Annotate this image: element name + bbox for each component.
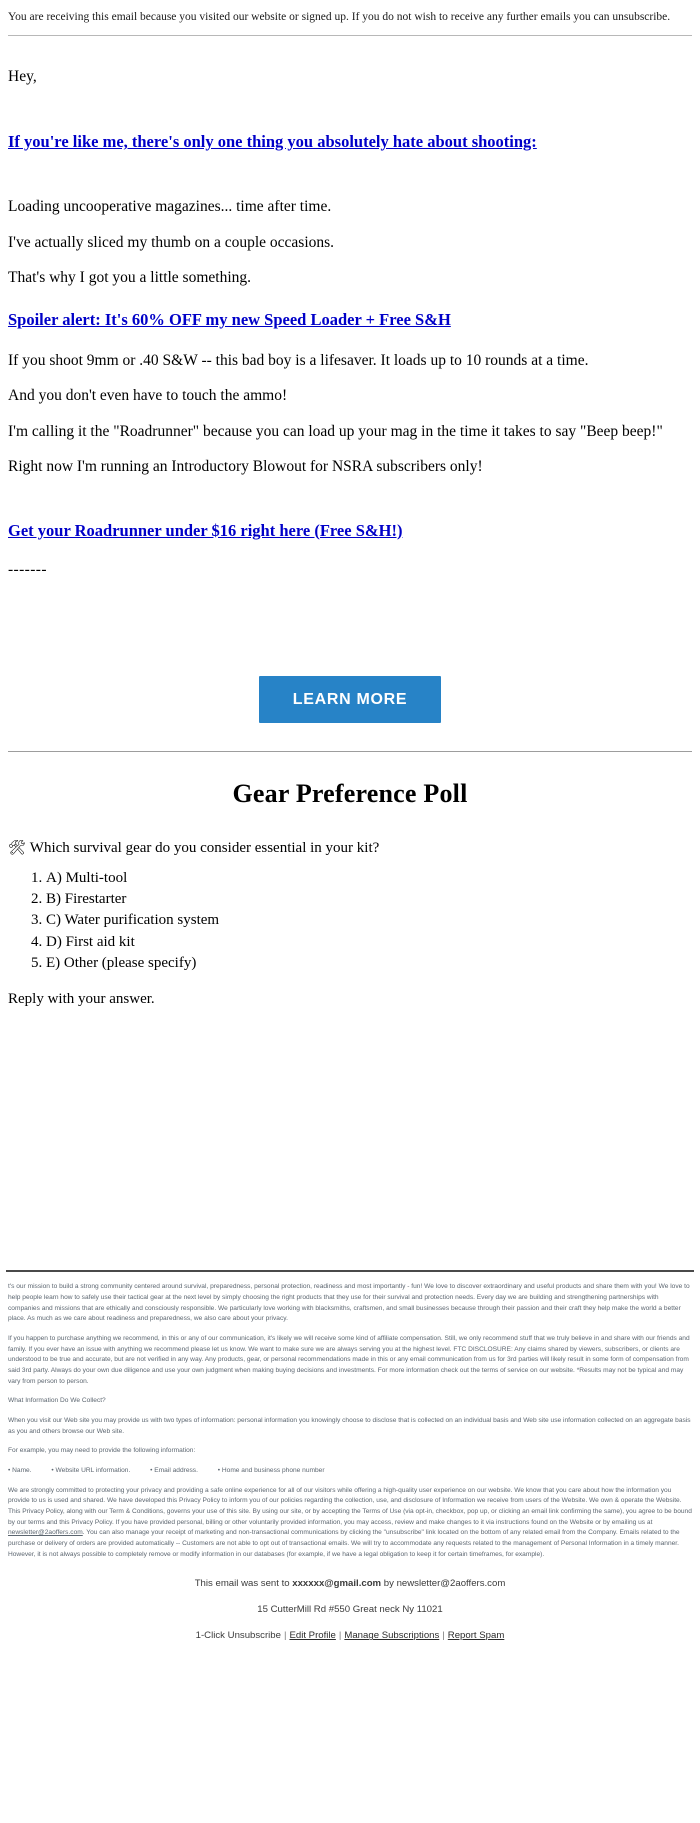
paragraph-little-something: That's why I got you a little something. <box>8 269 252 287</box>
headline-link[interactable]: If you're like me, there's only one thin… <box>8 87 692 152</box>
sent-by-prefix: by <box>381 1578 397 1590</box>
greeting-text: Hey, <box>8 67 37 85</box>
learn-more-button[interactable]: LEARN MORE <box>258 675 442 724</box>
poll-option-c[interactable]: C) Water purification system <box>46 910 700 931</box>
footer-privacy-email-link[interactable]: newsletter@2aoffers.com <box>8 1529 83 1536</box>
poll-options-list: A) Multi-tool B) Firestarter C) Water pu… <box>0 859 700 974</box>
footer-affiliate-disclosure: If you happen to purchase anything we re… <box>8 1334 690 1385</box>
footer-example-item-name: • Name. <box>8 1466 32 1474</box>
footer-example-item-url: • Website URL information. <box>51 1466 131 1474</box>
footer-privacy-part-1: We are strongly committed to protecting … <box>8 1486 692 1526</box>
paragraph-roadrunner-name: I'm calling it the "Roadrunner" because … <box>8 422 663 440</box>
legal-footer: t's our mission to build a strong commun… <box>0 1272 700 1560</box>
footer-example-items: • Name. • Website URL information. • Ema… <box>8 1457 692 1477</box>
footer-example-item-phone: • Home and business phone number <box>217 1466 325 1474</box>
paragraph-caliber-info: If you shoot 9mm or .40 S&W -- this bad … <box>8 352 589 370</box>
paragraph-loading-magazines: Loading uncooperative magazines... time … <box>8 198 332 216</box>
spoiler-alert-link[interactable]: Spoiler alert: It's 60% OFF my new Speed… <box>8 289 692 330</box>
footer-privacy-policy: We are strongly committed to protecting … <box>8 1477 692 1561</box>
recipient-email: xxxxxx@gmail.com <box>292 1578 382 1590</box>
footer-privacy-part-2: . You can also manage your receipt of ma… <box>8 1529 680 1558</box>
poll-option-d[interactable]: D) First aid kit <box>46 932 700 953</box>
offer-link[interactable]: Get your Roadrunner under $16 right here… <box>8 478 692 541</box>
report-spam-link[interactable]: Report Spam <box>448 1630 505 1641</box>
paragraph-touch-ammo: And you don't even have to touch the amm… <box>8 387 288 405</box>
hammer-and-wrench-icon: 🛠 <box>8 840 26 857</box>
dashes-divider: ------- <box>8 560 47 578</box>
poll-reply-note: Reply with your answer. <box>8 991 155 1008</box>
footer-collect-heading: What Information Do We Collect? <box>8 1397 106 1405</box>
paragraph-introductory-blowout: Right now I'm running an Introductory Bl… <box>8 458 483 476</box>
paragraph-sliced-thumb: I've actually sliced my thumb on a coupl… <box>8 233 335 251</box>
poll-question: 🛠 Which survival gear do you consider ess… <box>0 809 700 859</box>
link-separator-2: | <box>338 1630 342 1642</box>
sent-to-prefix: This email was sent to <box>194 1578 293 1590</box>
poll-option-a[interactable]: A) Multi-tool <box>46 868 700 889</box>
footer-example-item-email: • Email address. <box>150 1466 198 1474</box>
email-main-content: Hey, If you're like me, there's only one… <box>0 36 700 724</box>
footer-collect-body: When you visit our Web site you may prov… <box>8 1416 691 1435</box>
learn-more-button-row: LEARN MORE <box>8 580 692 724</box>
poll-option-b[interactable]: B) Firestarter <box>46 889 700 910</box>
manage-subscriptions-link[interactable]: Manage Subscriptions <box>344 1630 439 1641</box>
link-separator-1: | <box>283 1630 287 1642</box>
poll-question-text: Which survival gear do you consider esse… <box>29 840 380 857</box>
email-body: You are receiving this email because you… <box>0 0 700 1655</box>
footer-example-lead: For example, you may need to provide the… <box>8 1447 196 1455</box>
poll-title: Gear Preference Poll <box>232 779 468 809</box>
preheader-text: You are receiving this email because you… <box>8 11 671 23</box>
poll-option-e[interactable]: E) Other (please specify) <box>46 953 700 974</box>
footer-links: 1-Click Unsubscribe | Edit Profile | Manage … <box>0 1615 700 1655</box>
unsubscribe-link[interactable]: 1-Click Unsubscribe <box>196 1630 281 1641</box>
edit-profile-link[interactable]: Edit Profile <box>289 1630 335 1641</box>
link-separator-3: | <box>442 1630 445 1642</box>
sent-to-line: This email was sent to xxxxxx@gmail.com … <box>0 1560 700 1589</box>
mailing-address: 15 CutterMill Rd #550 Great neck Ny 1102… <box>257 1604 443 1616</box>
footer-mission-text: t's our mission to build a strong commun… <box>8 1283 690 1323</box>
sender-email: newsletter@2aoffers.com <box>396 1578 506 1590</box>
footer-spacer <box>0 1008 700 1270</box>
